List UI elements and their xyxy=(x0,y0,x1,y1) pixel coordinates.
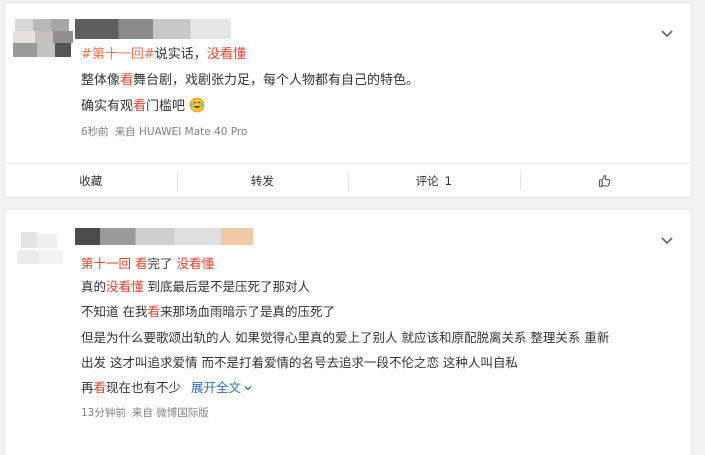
post-source: 来自 HUAWEI Mate 40 Pro xyxy=(114,126,248,138)
favorite-button[interactable]: 收藏 xyxy=(5,164,177,198)
laugh-cry-emoji-icon xyxy=(189,97,205,113)
repost-button[interactable]: 转发 xyxy=(176,164,349,198)
comment-count: 1 xyxy=(444,174,452,188)
chevron-small-down-icon xyxy=(244,386,252,391)
post-source: 来自 微博国际版 xyxy=(131,407,209,419)
thumbs-up-icon xyxy=(599,174,611,188)
tag-episode[interactable]: 第十一回 xyxy=(81,256,131,271)
post-time[interactable]: 13分钟前 xyxy=(81,407,126,419)
username-blurred[interactable] xyxy=(75,228,253,245)
post-time[interactable]: 6秒前 xyxy=(81,126,109,138)
post-text-line: 真的没看懂 到底最后是不是压死了那对人 xyxy=(81,279,311,294)
user-avatar-blurred[interactable] xyxy=(13,226,75,272)
like-button[interactable] xyxy=(519,164,692,198)
tag-not-understood[interactable]: 没看懂 xyxy=(177,256,215,271)
post-tags-line: 第十一回 看完了 没看懂 xyxy=(81,256,215,271)
post-text-line: 但是为什么要歌颂出轨的人 如果觉得心里真的爱上了别人 就应该和原配脱离关系 整理… xyxy=(81,330,610,345)
chevron-down-icon[interactable] xyxy=(659,232,675,248)
keyword-highlight: 没看懂 xyxy=(206,47,246,62)
username-blurred[interactable] xyxy=(75,19,231,39)
weibo-post-card: 第十一回 看完了 没看懂 真的没看懂 到底最后是不是压死了那对人 不知道 在我看… xyxy=(4,209,692,455)
action-bar: 收藏 转发 评论 1 xyxy=(5,163,691,198)
post-meta: 13分钟前 来自 微博国际版 xyxy=(81,405,209,420)
post-text-line: 再看现在也有不少 展开全文 xyxy=(81,379,253,397)
post-meta: 6秒前 来自 HUAWEI Mate 40 Pro xyxy=(81,124,247,139)
post-text-line: 出发 这才叫追求爱情 而不是打着爱情的名号去追求一段不伦之恋 这种人叫自私 xyxy=(81,355,518,370)
post-text-line: 整体像看舞台剧，戏剧张力足，每个人物都有自己的特色。 xyxy=(81,73,420,88)
weibo-post-card: #第十一回#说实话，没看懂 整体像看舞台剧，戏剧张力足，每个人物都有自己的特色。… xyxy=(4,2,692,198)
post-text-line: 不知道 在我看来那场血雨暗示了是真的压死了 xyxy=(81,304,336,319)
chevron-down-icon[interactable] xyxy=(659,25,675,41)
post-text-line: 确实有观看门槛吧 xyxy=(81,97,205,116)
expand-full-text-link[interactable]: 展开全文 xyxy=(191,380,253,395)
comment-button[interactable]: 评论 1 xyxy=(348,164,520,198)
user-avatar-blurred[interactable] xyxy=(13,19,75,65)
topic-link[interactable]: #第十一回# xyxy=(81,47,155,62)
post-title-line: #第十一回#说实话，没看懂 xyxy=(81,47,246,62)
